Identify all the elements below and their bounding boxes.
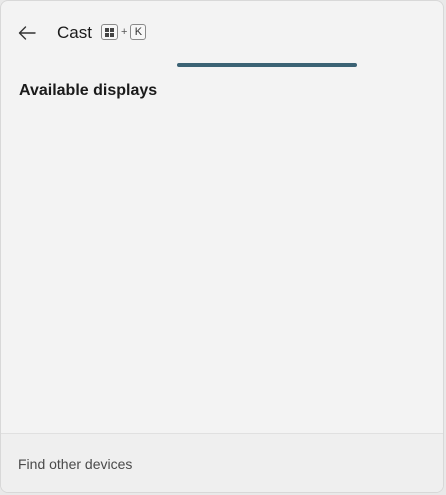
k-key: K <box>130 24 147 40</box>
page-title: Cast <box>57 23 92 42</box>
progress-indicator <box>177 63 357 67</box>
flyout-footer: Find other devices <box>1 433 443 492</box>
cast-flyout: Cast + K Available displays Find other d… <box>0 0 444 493</box>
windows-key <box>101 24 118 40</box>
available-displays-heading: Available displays <box>19 82 158 99</box>
arrow-left-icon <box>18 26 36 40</box>
back-button[interactable] <box>13 21 41 45</box>
shortcut-plus: + <box>121 26 128 38</box>
searching-progress-bar <box>1 63 443 67</box>
keyboard-shortcut-hint: + K <box>101 24 147 40</box>
flyout-header: Cast + K <box>1 1 443 63</box>
find-other-devices-link[interactable]: Find other devices <box>18 456 132 472</box>
device-list <box>1 111 443 431</box>
windows-logo-icon <box>105 27 114 37</box>
